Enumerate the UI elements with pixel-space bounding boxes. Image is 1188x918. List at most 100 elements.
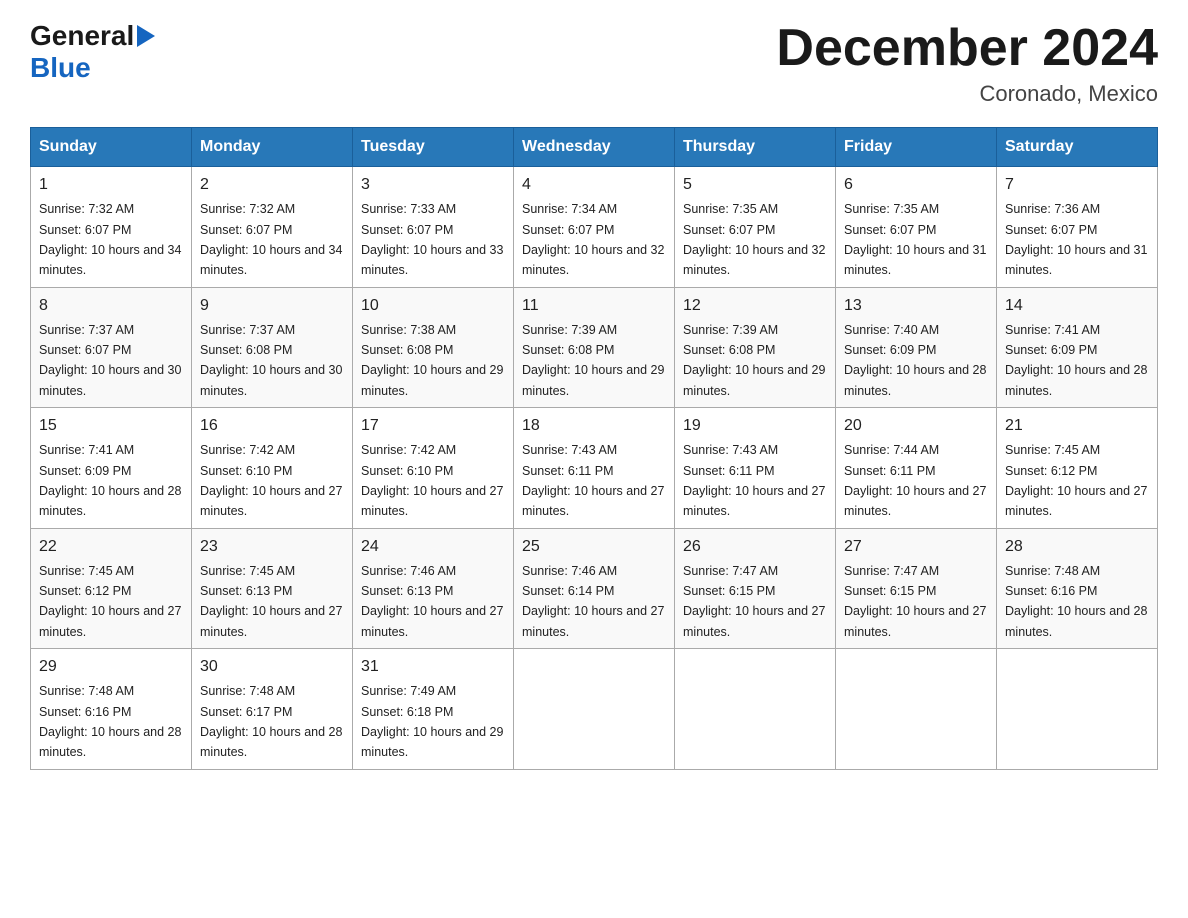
day-number: 22 [39,535,183,559]
day-info: Sunrise: 7:33 AMSunset: 6:07 PMDaylight:… [361,202,503,277]
calendar-cell: 22 Sunrise: 7:45 AMSunset: 6:12 PMDaylig… [31,528,192,649]
day-number: 28 [1005,535,1149,559]
day-number: 24 [361,535,505,559]
calendar-cell [514,649,675,770]
col-wednesday: Wednesday [514,128,675,167]
calendar-cell: 21 Sunrise: 7:45 AMSunset: 6:12 PMDaylig… [997,408,1158,529]
day-number: 15 [39,414,183,438]
day-number: 17 [361,414,505,438]
day-number: 8 [39,294,183,318]
day-info: Sunrise: 7:49 AMSunset: 6:18 PMDaylight:… [361,684,503,759]
calendar-cell: 13 Sunrise: 7:40 AMSunset: 6:09 PMDaylig… [836,287,997,408]
calendar-week-row: 8 Sunrise: 7:37 AMSunset: 6:07 PMDayligh… [31,287,1158,408]
calendar-cell: 4 Sunrise: 7:34 AMSunset: 6:07 PMDayligh… [514,167,675,288]
day-number: 23 [200,535,344,559]
calendar-cell: 30 Sunrise: 7:48 AMSunset: 6:17 PMDaylig… [192,649,353,770]
day-number: 26 [683,535,827,559]
day-info: Sunrise: 7:36 AMSunset: 6:07 PMDaylight:… [1005,202,1147,277]
calendar-cell: 15 Sunrise: 7:41 AMSunset: 6:09 PMDaylig… [31,408,192,529]
day-info: Sunrise: 7:42 AMSunset: 6:10 PMDaylight:… [200,443,342,518]
calendar-cell: 11 Sunrise: 7:39 AMSunset: 6:08 PMDaylig… [514,287,675,408]
logo-triangle-icon [137,25,155,52]
day-info: Sunrise: 7:37 AMSunset: 6:08 PMDaylight:… [200,323,342,398]
calendar-week-row: 29 Sunrise: 7:48 AMSunset: 6:16 PMDaylig… [31,649,1158,770]
col-tuesday: Tuesday [353,128,514,167]
day-info: Sunrise: 7:48 AMSunset: 6:17 PMDaylight:… [200,684,342,759]
day-info: Sunrise: 7:45 AMSunset: 6:13 PMDaylight:… [200,564,342,639]
day-number: 9 [200,294,344,318]
logo-blue: Blue [30,52,91,83]
day-number: 7 [1005,173,1149,197]
calendar-cell [997,649,1158,770]
day-number: 1 [39,173,183,197]
day-number: 2 [200,173,344,197]
day-number: 13 [844,294,988,318]
day-number: 29 [39,655,183,679]
day-number: 5 [683,173,827,197]
calendar-cell: 28 Sunrise: 7:48 AMSunset: 6:16 PMDaylig… [997,528,1158,649]
day-number: 21 [1005,414,1149,438]
page-header: General Blue December 2024 Coronado, Mex… [30,20,1158,107]
day-number: 25 [522,535,666,559]
day-info: Sunrise: 7:32 AMSunset: 6:07 PMDaylight:… [200,202,342,277]
calendar-week-row: 15 Sunrise: 7:41 AMSunset: 6:09 PMDaylig… [31,408,1158,529]
day-info: Sunrise: 7:41 AMSunset: 6:09 PMDaylight:… [39,443,181,518]
col-friday: Friday [836,128,997,167]
calendar-cell: 8 Sunrise: 7:37 AMSunset: 6:07 PMDayligh… [31,287,192,408]
day-info: Sunrise: 7:32 AMSunset: 6:07 PMDaylight:… [39,202,181,277]
day-info: Sunrise: 7:40 AMSunset: 6:09 PMDaylight:… [844,323,986,398]
calendar-header-row: Sunday Monday Tuesday Wednesday Thursday… [31,128,1158,167]
col-sunday: Sunday [31,128,192,167]
day-info: Sunrise: 7:43 AMSunset: 6:11 PMDaylight:… [683,443,825,518]
day-number: 18 [522,414,666,438]
day-info: Sunrise: 7:46 AMSunset: 6:13 PMDaylight:… [361,564,503,639]
calendar-cell: 10 Sunrise: 7:38 AMSunset: 6:08 PMDaylig… [353,287,514,408]
day-number: 11 [522,294,666,318]
calendar-table: Sunday Monday Tuesday Wednesday Thursday… [30,127,1158,770]
day-number: 31 [361,655,505,679]
calendar-cell: 18 Sunrise: 7:43 AMSunset: 6:11 PMDaylig… [514,408,675,529]
day-number: 16 [200,414,344,438]
day-info: Sunrise: 7:39 AMSunset: 6:08 PMDaylight:… [522,323,664,398]
title-block: December 2024 Coronado, Mexico [776,20,1158,107]
calendar-cell: 12 Sunrise: 7:39 AMSunset: 6:08 PMDaylig… [675,287,836,408]
calendar-cell: 16 Sunrise: 7:42 AMSunset: 6:10 PMDaylig… [192,408,353,529]
logo-general: General [30,20,134,52]
calendar-cell: 29 Sunrise: 7:48 AMSunset: 6:16 PMDaylig… [31,649,192,770]
day-number: 12 [683,294,827,318]
day-number: 6 [844,173,988,197]
day-info: Sunrise: 7:47 AMSunset: 6:15 PMDaylight:… [683,564,825,639]
calendar-cell: 6 Sunrise: 7:35 AMSunset: 6:07 PMDayligh… [836,167,997,288]
day-info: Sunrise: 7:35 AMSunset: 6:07 PMDaylight:… [844,202,986,277]
calendar-cell: 7 Sunrise: 7:36 AMSunset: 6:07 PMDayligh… [997,167,1158,288]
calendar-week-row: 22 Sunrise: 7:45 AMSunset: 6:12 PMDaylig… [31,528,1158,649]
calendar-cell: 19 Sunrise: 7:43 AMSunset: 6:11 PMDaylig… [675,408,836,529]
calendar-cell: 3 Sunrise: 7:33 AMSunset: 6:07 PMDayligh… [353,167,514,288]
calendar-cell: 5 Sunrise: 7:35 AMSunset: 6:07 PMDayligh… [675,167,836,288]
logo: General Blue [30,20,155,84]
day-info: Sunrise: 7:37 AMSunset: 6:07 PMDaylight:… [39,323,181,398]
day-number: 19 [683,414,827,438]
day-number: 30 [200,655,344,679]
day-info: Sunrise: 7:48 AMSunset: 6:16 PMDaylight:… [39,684,181,759]
calendar-cell: 31 Sunrise: 7:49 AMSunset: 6:18 PMDaylig… [353,649,514,770]
day-info: Sunrise: 7:45 AMSunset: 6:12 PMDaylight:… [39,564,181,639]
day-info: Sunrise: 7:41 AMSunset: 6:09 PMDaylight:… [1005,323,1147,398]
day-number: 10 [361,294,505,318]
calendar-cell: 1 Sunrise: 7:32 AMSunset: 6:07 PMDayligh… [31,167,192,288]
calendar-cell: 23 Sunrise: 7:45 AMSunset: 6:13 PMDaylig… [192,528,353,649]
month-title: December 2024 [776,20,1158,77]
col-saturday: Saturday [997,128,1158,167]
calendar-cell: 2 Sunrise: 7:32 AMSunset: 6:07 PMDayligh… [192,167,353,288]
day-number: 20 [844,414,988,438]
day-number: 4 [522,173,666,197]
day-info: Sunrise: 7:35 AMSunset: 6:07 PMDaylight:… [683,202,825,277]
calendar-cell: 24 Sunrise: 7:46 AMSunset: 6:13 PMDaylig… [353,528,514,649]
location-title: Coronado, Mexico [776,81,1158,107]
day-info: Sunrise: 7:47 AMSunset: 6:15 PMDaylight:… [844,564,986,639]
day-info: Sunrise: 7:46 AMSunset: 6:14 PMDaylight:… [522,564,664,639]
calendar-cell: 20 Sunrise: 7:44 AMSunset: 6:11 PMDaylig… [836,408,997,529]
day-number: 27 [844,535,988,559]
calendar-cell: 14 Sunrise: 7:41 AMSunset: 6:09 PMDaylig… [997,287,1158,408]
calendar-cell [836,649,997,770]
